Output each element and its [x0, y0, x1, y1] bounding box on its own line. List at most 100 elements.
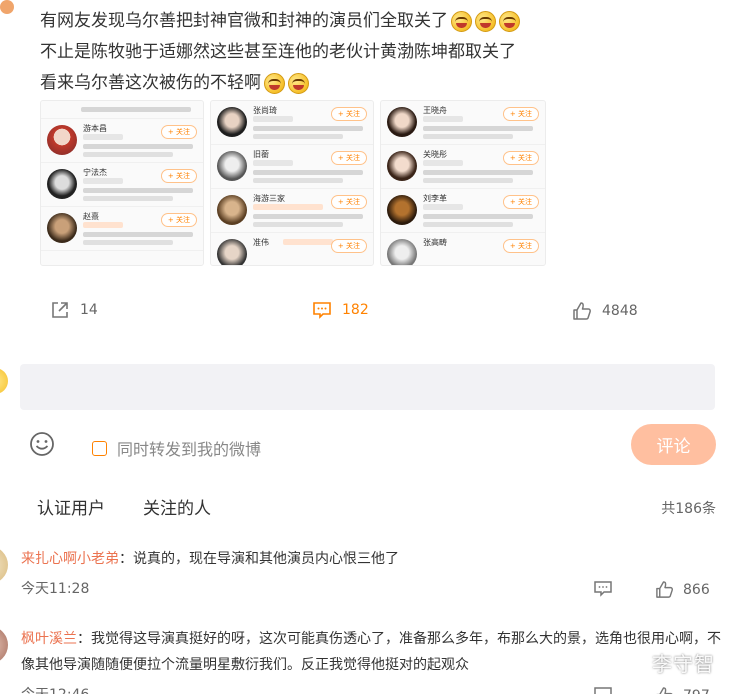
screenshot-row: 赵熹 + 关注	[41, 207, 203, 251]
screenshot-text-line	[253, 214, 363, 219]
screenshot-row: 准伟 + 关注	[211, 233, 373, 265]
comment-input[interactable]	[20, 364, 715, 410]
screenshot-text-line	[83, 188, 193, 193]
screenshot-user-name: 刘李革	[423, 194, 447, 203]
comment-text: ：说真的，现在导演和其他演员内心恨三他了	[119, 551, 399, 567]
screenshot-row: 游本昌 + 关注	[41, 119, 203, 163]
post-line-3: 看来乌尔善这次被伤的不轻啊	[40, 68, 720, 99]
comment-body: 枫叶溪兰：我觉得这导演真挺好的呀，这次可能真伤透心了，准备那么多年，布那么大的景…	[21, 626, 721, 678]
screenshot-follow-button: + 关注	[502, 239, 539, 253]
screenshot-follow-button: + 关注	[160, 169, 197, 183]
screenshot-text-line	[423, 214, 533, 219]
emoji-picker-icon[interactable]	[29, 431, 55, 457]
previous-avatar-fragment	[0, 0, 14, 14]
avatar[interactable]	[0, 626, 8, 664]
screenshot-text-line	[83, 232, 193, 237]
post-line-3-text: 看来乌尔善这次被伤的不轻啊	[40, 73, 261, 93]
screenshot-text-line	[423, 178, 513, 183]
comment-total-count: 共186条	[661, 501, 716, 517]
comment-like-button[interactable]: 797	[655, 686, 710, 694]
comment-like-button[interactable]: 866	[655, 580, 710, 599]
screenshot-text-line	[81, 107, 191, 112]
avatar	[387, 239, 417, 265]
post-text: 有网友发现乌尔善把封神官微和封神的演员们全取关了 不止是陈牧驰于适娜然这些甚至连…	[40, 6, 720, 99]
screenshot-text-line	[83, 152, 173, 157]
repost-button[interactable]: 14	[50, 300, 98, 320]
screenshot-panel-1[interactable]: 游本昌 + 关注 宁法杰 + 关注 赵熹 + 关注	[40, 100, 204, 266]
comment-username[interactable]: 来扎心啊小老弟	[21, 551, 119, 567]
comment-like-count: 797	[683, 688, 710, 694]
screenshot-follow-button: + 关注	[330, 239, 367, 253]
screenshot-follow-button: + 关注	[502, 195, 539, 209]
avatar	[387, 195, 417, 225]
screenshot-row: 张高畴 + 关注	[381, 233, 545, 265]
screenshot-user-name: 海游三家	[253, 194, 285, 203]
screenshot-user-name: 关晓彤	[423, 150, 447, 159]
screenshot-follow-button: + 关注	[160, 213, 197, 227]
screenshot-user-name: 王晓舟	[423, 106, 447, 115]
comment-filter-tabs: 认证用户 关注的人	[37, 494, 211, 519]
laugh-cry-emoji-icon	[451, 11, 472, 32]
screenshot-tag	[423, 160, 463, 166]
avatar	[217, 195, 247, 225]
thumbs-up-icon	[573, 302, 591, 320]
screenshot-text-line	[253, 170, 363, 175]
screenshot-user-name: 赵熹	[83, 212, 99, 221]
screenshot-user-name: 游本昌	[83, 124, 107, 133]
screenshot-text-line	[253, 178, 343, 183]
comment-like-count: 866	[683, 581, 710, 598]
screenshot-tag	[423, 116, 463, 122]
comment-text: ：我觉得这导演真挺好的呀，这次可能真伤透心了，准备那么多年，布那么大的景，选角也…	[21, 631, 721, 673]
screenshot-tag	[83, 134, 123, 140]
avatar[interactable]	[0, 546, 8, 584]
reply-icon[interactable]	[593, 580, 613, 598]
laugh-cry-emoji-icon	[499, 11, 520, 32]
comment-timestamp: 今天12:46	[21, 684, 89, 694]
tab-verified-users[interactable]: 认证用户	[37, 494, 105, 519]
comment-count: 182	[342, 302, 369, 318]
avatar	[387, 151, 417, 181]
screenshot-follow-button: + 关注	[502, 107, 539, 121]
avatar	[47, 169, 77, 199]
screenshot-text-line	[253, 126, 363, 131]
comment-button[interactable]: 182	[312, 300, 746, 320]
thumbs-up-icon	[656, 687, 673, 694]
repost-to-my-weibo-checkbox[interactable]: 同时转发到我的微博	[92, 436, 261, 460]
screenshot-tag	[423, 204, 463, 210]
post-line-1-text: 有网友发现乌尔善把封神官微和封神的演员们全取关了	[40, 11, 448, 31]
screenshot-user-name: 宁法杰	[83, 168, 107, 177]
screenshot-follow-button: + 关注	[330, 195, 367, 209]
checkbox-box[interactable]	[92, 440, 107, 456]
screenshot-tag	[83, 178, 123, 184]
submit-comment-button[interactable]: 评论	[631, 424, 716, 465]
avatar	[217, 239, 247, 265]
screenshot-panel-3[interactable]: 王晓舟 + 关注 关晓彤 + 关注 刘李革 + 关注 张高畴 + 关注	[380, 100, 546, 266]
screenshot-row: 旧蘅 + 关注	[211, 145, 373, 189]
screenshot-text-line	[423, 126, 533, 131]
screenshot-panel-2[interactable]: 张尚琦 + 关注 旧蘅 + 关注 海游三家 + 关注 准伟 + 关注	[210, 100, 374, 266]
like-button[interactable]: 4848	[572, 301, 638, 321]
screenshot-text-line	[253, 222, 343, 227]
screenshot-row: 宁法杰 + 关注	[41, 163, 203, 207]
tab-following[interactable]: 关注的人	[143, 494, 211, 519]
reply-icon[interactable]	[593, 686, 613, 694]
avatar	[387, 107, 417, 137]
avatar	[217, 151, 247, 181]
post-line-2-text: 不止是陈牧驰于适娜然这些甚至连他的老伙计黄渤陈坤都取关了	[40, 42, 516, 62]
screenshot-user-name: 旧蘅	[253, 150, 269, 159]
post-image-screenshots[interactable]: 游本昌 + 关注 宁法杰 + 关注 赵熹 + 关注 张尚琦 + 关注 旧蘅 + …	[40, 100, 546, 266]
screenshot-follow-button: + 关注	[502, 151, 539, 165]
screenshot-row: 刘李革 + 关注	[381, 189, 545, 233]
like-count: 4848	[602, 303, 638, 319]
screenshot-text-line	[83, 240, 173, 245]
screenshot-tag	[283, 239, 333, 245]
screenshot-text-line	[423, 222, 513, 227]
comment-body: 来扎心啊小老弟：说真的，现在导演和其他演员内心恨三他了	[21, 546, 721, 572]
screenshot-user-name: 张尚琦	[253, 106, 277, 115]
post-action-bar: 14 182 4848	[0, 292, 746, 328]
comment-username[interactable]: 枫叶溪兰	[21, 631, 77, 647]
screenshot-text-line	[83, 196, 173, 201]
screenshot-text-line	[423, 134, 513, 139]
avatar	[217, 107, 247, 137]
screenshot-text-line	[423, 170, 533, 175]
